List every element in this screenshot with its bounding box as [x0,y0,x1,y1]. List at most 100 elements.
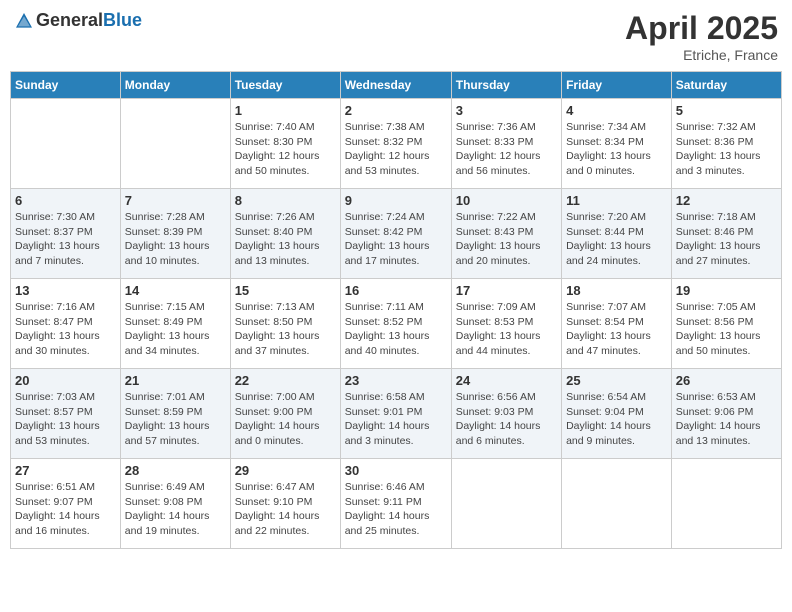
calendar-cell: 15 Sunrise: 7:13 AM Sunset: 8:50 PM Dayli… [230,279,340,369]
day-detail: Sunrise: 6:53 AM Sunset: 9:06 PM Dayligh… [676,390,777,449]
day-number: 8 [235,193,336,208]
calendar-cell: 27 Sunrise: 6:51 AM Sunset: 9:07 PM Dayli… [11,459,121,549]
calendar-cell: 23 Sunrise: 6:58 AM Sunset: 9:01 PM Dayli… [340,369,451,459]
day-number: 24 [456,373,557,388]
day-number: 3 [456,103,557,118]
day-number: 9 [345,193,447,208]
day-detail: Sunrise: 7:20 AM Sunset: 8:44 PM Dayligh… [566,210,667,269]
calendar-cell: 12 Sunrise: 7:18 AM Sunset: 8:46 PM Dayli… [671,189,781,279]
calendar-cell [562,459,672,549]
day-number: 17 [456,283,557,298]
day-header-wednesday: Wednesday [340,72,451,99]
day-detail: Sunrise: 7:11 AM Sunset: 8:52 PM Dayligh… [345,300,447,359]
calendar-cell: 28 Sunrise: 6:49 AM Sunset: 9:08 PM Dayli… [120,459,230,549]
day-detail: Sunrise: 7:36 AM Sunset: 8:33 PM Dayligh… [456,120,557,179]
day-number: 23 [345,373,447,388]
calendar-cell: 5 Sunrise: 7:32 AM Sunset: 8:36 PM Daylig… [671,99,781,189]
day-detail: Sunrise: 7:28 AM Sunset: 8:39 PM Dayligh… [125,210,226,269]
day-detail: Sunrise: 6:58 AM Sunset: 9:01 PM Dayligh… [345,390,447,449]
day-number: 15 [235,283,336,298]
calendar-week-row: 1 Sunrise: 7:40 AM Sunset: 8:30 PM Daylig… [11,99,782,189]
calendar-week-row: 13 Sunrise: 7:16 AM Sunset: 8:47 PM Dayli… [11,279,782,369]
day-detail: Sunrise: 6:49 AM Sunset: 9:08 PM Dayligh… [125,480,226,539]
logo-text-blue: Blue [103,10,142,30]
day-detail: Sunrise: 7:30 AM Sunset: 8:37 PM Dayligh… [15,210,116,269]
day-detail: Sunrise: 7:01 AM Sunset: 8:59 PM Dayligh… [125,390,226,449]
day-detail: Sunrise: 7:26 AM Sunset: 8:40 PM Dayligh… [235,210,336,269]
calendar-week-row: 27 Sunrise: 6:51 AM Sunset: 9:07 PM Dayli… [11,459,782,549]
title-block: April 2025 Etriche, France [625,10,778,63]
day-number: 6 [15,193,116,208]
day-number: 29 [235,463,336,478]
day-number: 2 [345,103,447,118]
calendar-cell: 8 Sunrise: 7:26 AM Sunset: 8:40 PM Daylig… [230,189,340,279]
day-detail: Sunrise: 6:51 AM Sunset: 9:07 PM Dayligh… [15,480,116,539]
day-detail: Sunrise: 7:18 AM Sunset: 8:46 PM Dayligh… [676,210,777,269]
day-number: 27 [15,463,116,478]
day-detail: Sunrise: 7:03 AM Sunset: 8:57 PM Dayligh… [15,390,116,449]
day-number: 30 [345,463,447,478]
location: Etriche, France [625,47,778,63]
calendar-cell: 14Sunrise: 7:15 AM Sunset: 8:49 PM Dayli… [120,279,230,369]
calendar-week-row: 6 Sunrise: 7:30 AM Sunset: 8:37 PM Daylig… [11,189,782,279]
calendar-cell: 29Sunrise: 6:47 AM Sunset: 9:10 PM Dayli… [230,459,340,549]
calendar-cell: 11 Sunrise: 7:20 AM Sunset: 8:44 PM Dayli… [562,189,672,279]
calendar-cell: 10 Sunrise: 7:22 AM Sunset: 8:43 PM Dayli… [451,189,561,279]
logo-icon [14,11,34,31]
calendar-table: SundayMondayTuesdayWednesdayThursdayFrid… [10,71,782,549]
day-number: 28 [125,463,226,478]
calendar-cell: 6 Sunrise: 7:30 AM Sunset: 8:37 PM Daylig… [11,189,121,279]
day-detail: Sunrise: 7:24 AM Sunset: 8:42 PM Dayligh… [345,210,447,269]
calendar-cell: 25Sunrise: 6:54 AM Sunset: 9:04 PM Dayli… [562,369,672,459]
calendar-cell: 19 Sunrise: 7:05 AM Sunset: 8:56 PM Dayli… [671,279,781,369]
calendar-cell: 13 Sunrise: 7:16 AM Sunset: 8:47 PM Dayli… [11,279,121,369]
day-number: 5 [676,103,777,118]
day-detail: Sunrise: 7:22 AM Sunset: 8:43 PM Dayligh… [456,210,557,269]
calendar-cell: 3 Sunrise: 7:36 AM Sunset: 8:33 PM Daylig… [451,99,561,189]
day-detail: Sunrise: 7:40 AM Sunset: 8:30 PM Dayligh… [235,120,336,179]
calendar-cell: 22Sunrise: 7:00 AM Sunset: 9:00 PM Dayli… [230,369,340,459]
day-detail: Sunrise: 7:09 AM Sunset: 8:53 PM Dayligh… [456,300,557,359]
calendar-header-row: SundayMondayTuesdayWednesdayThursdayFrid… [11,72,782,99]
day-header-saturday: Saturday [671,72,781,99]
day-header-thursday: Thursday [451,72,561,99]
day-detail: Sunrise: 7:00 AM Sunset: 9:00 PM Dayligh… [235,390,336,449]
day-detail: Sunrise: 7:15 AM Sunset: 8:49 PM Dayligh… [125,300,226,359]
calendar-cell: 2 Sunrise: 7:38 AM Sunset: 8:32 PM Daylig… [340,99,451,189]
day-number: 12 [676,193,777,208]
day-number: 13 [15,283,116,298]
calendar-cell [120,99,230,189]
calendar-cell: 20 Sunrise: 7:03 AM Sunset: 8:57 PM Dayli… [11,369,121,459]
day-detail: Sunrise: 7:32 AM Sunset: 8:36 PM Dayligh… [676,120,777,179]
day-number: 4 [566,103,667,118]
calendar-cell: 30 Sunrise: 6:46 AM Sunset: 9:11 PM Dayli… [340,459,451,549]
day-number: 10 [456,193,557,208]
calendar-cell: 24 Sunrise: 6:56 AM Sunset: 9:03 PM Dayli… [451,369,561,459]
calendar-cell: 1 Sunrise: 7:40 AM Sunset: 8:30 PM Daylig… [230,99,340,189]
day-number: 20 [15,373,116,388]
day-header-monday: Monday [120,72,230,99]
calendar-cell [671,459,781,549]
day-number: 19 [676,283,777,298]
day-number: 18 [566,283,667,298]
day-detail: Sunrise: 7:13 AM Sunset: 8:50 PM Dayligh… [235,300,336,359]
day-number: 11 [566,193,667,208]
month-title: April 2025 [625,10,778,47]
page-header: GeneralBlue April 2025 Etriche, France [10,10,782,63]
day-number: 21 [125,373,226,388]
day-number: 16 [345,283,447,298]
calendar-cell [11,99,121,189]
day-number: 1 [235,103,336,118]
day-detail: Sunrise: 7:16 AM Sunset: 8:47 PM Dayligh… [15,300,116,359]
day-detail: Sunrise: 6:56 AM Sunset: 9:03 PM Dayligh… [456,390,557,449]
calendar-cell [451,459,561,549]
day-detail: Sunrise: 7:05 AM Sunset: 8:56 PM Dayligh… [676,300,777,359]
day-detail: Sunrise: 6:46 AM Sunset: 9:11 PM Dayligh… [345,480,447,539]
day-detail: Sunrise: 7:34 AM Sunset: 8:34 PM Dayligh… [566,120,667,179]
calendar-week-row: 20 Sunrise: 7:03 AM Sunset: 8:57 PM Dayli… [11,369,782,459]
calendar-cell: 21 Sunrise: 7:01 AM Sunset: 8:59 PM Dayli… [120,369,230,459]
day-detail: Sunrise: 7:38 AM Sunset: 8:32 PM Dayligh… [345,120,447,179]
day-number: 26 [676,373,777,388]
calendar-cell: 9 Sunrise: 7:24 AM Sunset: 8:42 PM Daylig… [340,189,451,279]
logo: GeneralBlue [14,10,142,31]
